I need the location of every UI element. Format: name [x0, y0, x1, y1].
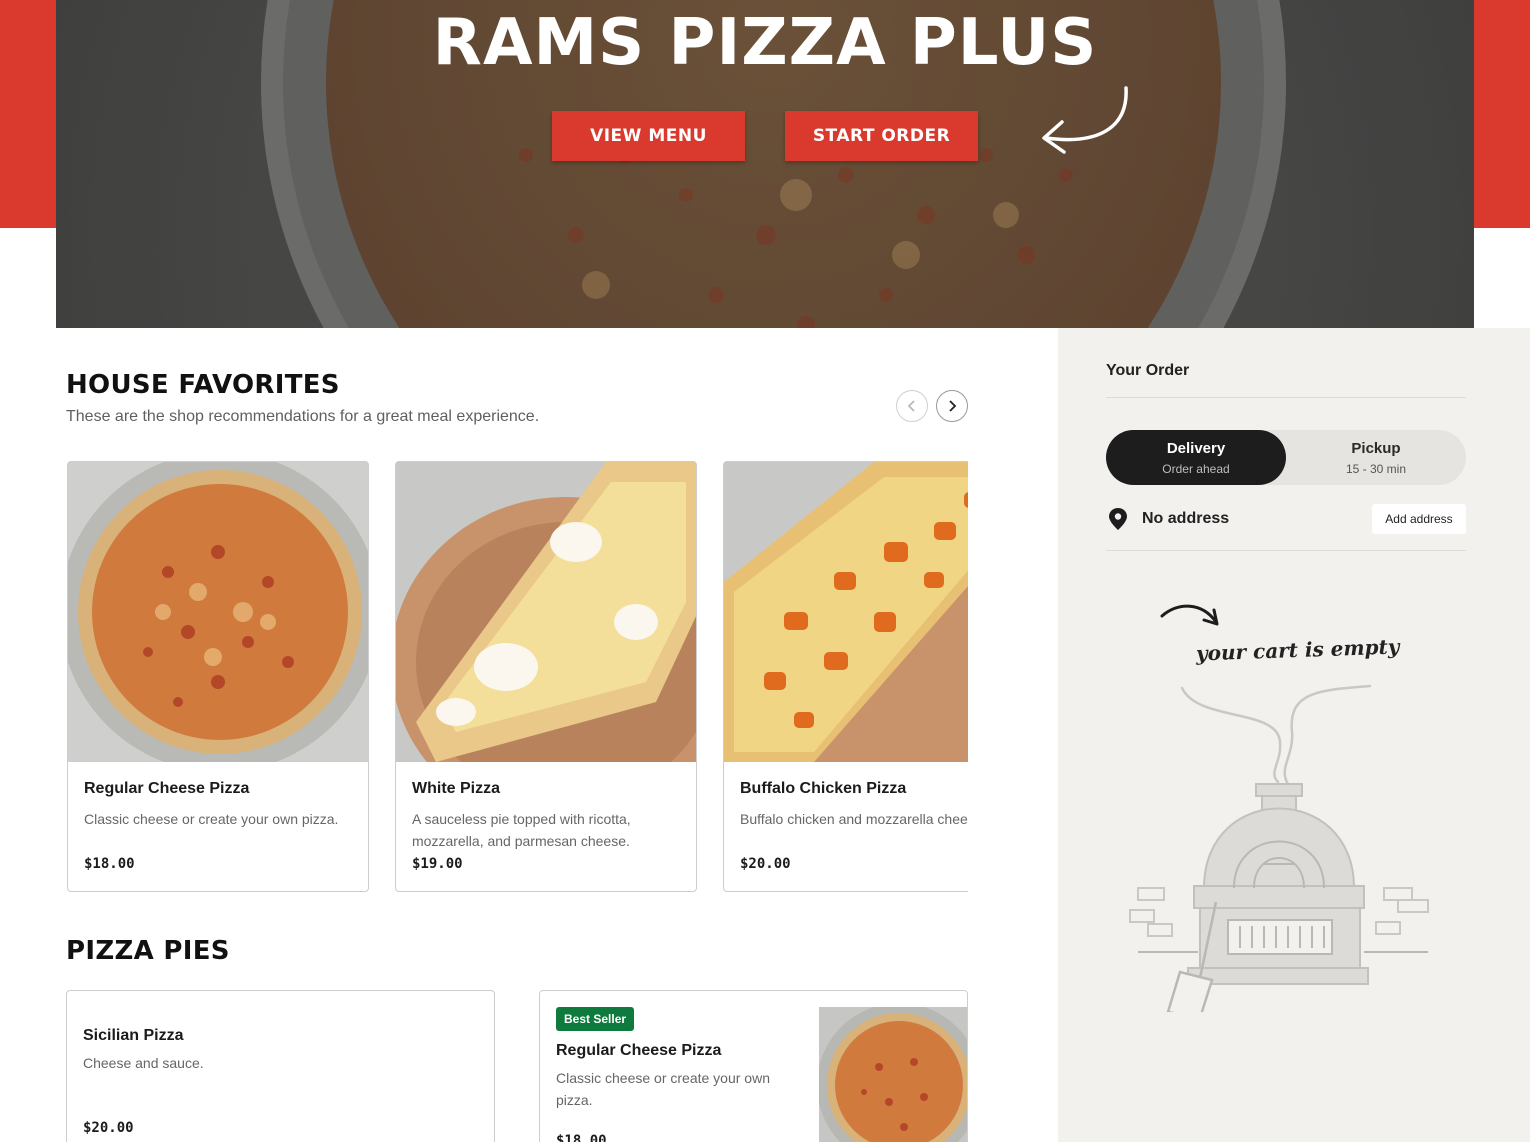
favorite-card[interactable]: White Pizza A sauceless pie topped with …: [395, 461, 697, 892]
pie-card-name: Regular Cheese Pizza: [556, 1042, 722, 1059]
location-pin-icon: [1109, 508, 1127, 530]
start-order-button[interactable]: START ORDER: [785, 111, 978, 161]
delivery-label: Delivery: [1166, 439, 1226, 457]
pizza-image: [396, 462, 696, 762]
your-order-title: Your Order: [1106, 362, 1190, 379]
pizza-image: [68, 462, 368, 762]
pie-card-price: $20.00: [83, 1120, 134, 1136]
pizza-oven-illustration: [1129, 684, 1429, 1012]
pizza-pies-title: PIZZA PIES: [66, 936, 230, 966]
white-pizza-image: [396, 462, 696, 762]
arrow-icon: [1042, 86, 1128, 154]
menu-content: HOUSE FAVORITES These are the shop recom…: [0, 328, 1058, 1142]
order-sidebar: Your Order Delivery Order ahead Pickup 1…: [1058, 328, 1530, 1142]
chevron-right-icon: [949, 400, 957, 412]
favorite-card-name: Buffalo Chicken Pizza: [740, 780, 907, 797]
address-row: No address Add address: [1106, 504, 1466, 534]
carousel-next-button[interactable]: [936, 390, 968, 422]
pickup-option[interactable]: Pickup 15 - 30 min: [1286, 430, 1466, 485]
best-seller-badge: Best Seller: [556, 1007, 635, 1031]
favorite-card-description: A sauceless pie topped with ricotta, moz…: [412, 811, 631, 849]
add-address-button[interactable]: Add address: [1372, 504, 1466, 534]
divider: [1106, 397, 1466, 398]
carousel-prev-button[interactable]: [896, 390, 928, 422]
pie-card-name: Sicilian Pizza: [83, 1027, 184, 1044]
favorite-card-description: Classic cheese or create your own pizza.: [84, 811, 339, 827]
pie-card-price: $18.00: [556, 1133, 607, 1142]
pizza-pie-card[interactable]: Sicilian Pizza Cheese and sauce. $20.00: [66, 990, 495, 1142]
favorite-card-name: White Pizza: [412, 780, 501, 797]
delivery-pickup-toggle: Delivery Order ahead Pickup 15 - 30 min: [1106, 430, 1466, 485]
pizza-pie-card[interactable]: Best Seller Regular Cheese Pizza Classic…: [539, 990, 968, 1142]
pie-card-description: Classic cheese or create your own pizza.: [556, 1070, 770, 1108]
pickup-label: Pickup: [1351, 439, 1401, 457]
view-menu-button[interactable]: VIEW MENU: [552, 111, 745, 161]
buffalo-chicken-pizza-image: [724, 462, 968, 762]
favorite-card-price: $18.00: [84, 856, 135, 872]
pizza-image: [819, 1007, 967, 1142]
delivery-option[interactable]: Delivery Order ahead: [1106, 430, 1286, 485]
favorite-card[interactable]: Regular Cheese Pizza Classic cheese or c…: [67, 461, 369, 892]
favorite-card-name: Regular Cheese Pizza: [84, 780, 250, 797]
favorite-card-price: $20.00: [740, 856, 791, 872]
hero-banner: RAMS PIZZA PLUS VIEW MENU START ORDER: [56, 0, 1474, 328]
house-favorites-subtitle: These are the shop recommendations for a…: [66, 408, 540, 425]
address-text: No address: [1142, 510, 1230, 527]
regular-cheese-pizza-image: [68, 462, 368, 762]
house-favorites-title: HOUSE FAVORITES: [66, 370, 340, 400]
pie-card-description: Cheese and sauce.: [83, 1055, 204, 1071]
favorite-card-description: Buffalo chicken and mozzarella cheese.: [740, 811, 968, 827]
pickup-sublabel: 15 - 30 min: [1345, 461, 1407, 476]
chevron-left-icon: [907, 400, 915, 412]
divider: [1106, 550, 1466, 551]
favorite-card-price: $19.00: [412, 856, 463, 872]
regular-cheese-pizza-thumbnail: [819, 1007, 967, 1142]
pizza-image: [724, 462, 968, 762]
hero-title: RAMS PIZZA PLUS: [432, 6, 1098, 80]
house-favorites-carousel: Regular Cheese Pizza Classic cheese or c…: [66, 460, 968, 894]
delivery-sublabel: Order ahead: [1162, 461, 1230, 476]
favorite-card[interactable]: Buffalo Chicken Pizza Buffalo chicken an…: [723, 461, 968, 892]
